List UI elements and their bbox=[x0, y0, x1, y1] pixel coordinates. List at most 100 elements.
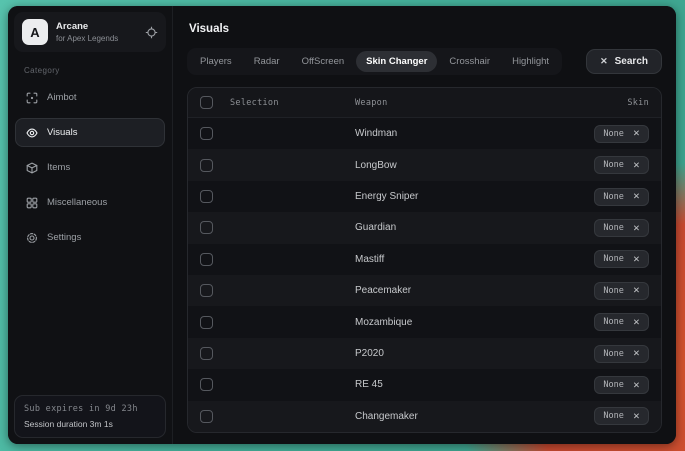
weapon-name: Mastiff bbox=[355, 254, 553, 265]
clear-skin-icon[interactable]: ✕ bbox=[633, 192, 640, 201]
skin-pill[interactable]: None ✕ bbox=[594, 250, 649, 268]
skin-pill[interactable]: None ✕ bbox=[594, 407, 649, 425]
row-checkbox[interactable] bbox=[200, 410, 213, 423]
desktop-background: A Arcane for Apex Legends Category Aimbo… bbox=[0, 0, 685, 451]
skin-value: None bbox=[603, 380, 623, 390]
weapon-name: Energy Sniper bbox=[355, 191, 553, 202]
app-name: Arcane bbox=[56, 21, 118, 32]
weapon-name: Windman bbox=[355, 128, 553, 139]
weapon-name: P2020 bbox=[355, 348, 553, 359]
row-checkbox[interactable] bbox=[200, 316, 213, 329]
skin-value: None bbox=[603, 160, 623, 170]
sidebar-item-visuals[interactable]: Visuals bbox=[15, 118, 165, 147]
misc-grid-icon bbox=[26, 197, 38, 209]
skin-pill[interactable]: None ✕ bbox=[594, 282, 649, 300]
column-header-skin: Skin bbox=[553, 98, 649, 108]
clear-skin-icon[interactable]: ✕ bbox=[633, 224, 640, 233]
skin-pill[interactable]: None ✕ bbox=[594, 345, 649, 363]
sidebar-item-label: Settings bbox=[47, 232, 81, 243]
category-label: Category bbox=[24, 66, 166, 75]
clear-skin-icon[interactable]: ✕ bbox=[633, 318, 640, 327]
skin-value: None bbox=[603, 411, 623, 421]
row-checkbox[interactable] bbox=[200, 253, 213, 266]
weapon-name: RE 45 bbox=[355, 379, 553, 390]
row-checkbox[interactable] bbox=[200, 159, 213, 172]
weapon-name: Guardian bbox=[355, 222, 553, 233]
app-window: A Arcane for Apex Legends Category Aimbo… bbox=[8, 6, 676, 444]
select-all-checkbox[interactable] bbox=[200, 96, 213, 109]
page-title: Visuals bbox=[189, 23, 229, 35]
skin-cell: None✕ bbox=[553, 125, 649, 143]
table-row: RE 45 None ✕ bbox=[188, 369, 661, 400]
main-header: Visuals bbox=[173, 6, 676, 48]
clear-skin-icon[interactable]: ✕ bbox=[633, 412, 640, 421]
row-checkbox[interactable] bbox=[200, 284, 213, 297]
clear-skin-icon[interactable]: ✕ bbox=[633, 286, 640, 295]
tab-crosshair[interactable]: Crosshair bbox=[439, 51, 500, 72]
sidebar-item-items[interactable]: Items bbox=[15, 153, 165, 182]
skin-changer-table: Selection Weapon Skin WindmanNone✕LongBo… bbox=[187, 87, 662, 433]
skin-value: None bbox=[603, 317, 623, 327]
skin-value: None bbox=[603, 286, 623, 296]
sidebar: A Arcane for Apex Legends Category Aimbo… bbox=[8, 6, 173, 444]
skin-pill[interactable]: None ✕ bbox=[594, 156, 649, 174]
row-checkbox[interactable] bbox=[200, 347, 213, 360]
weapon-name: Peacemaker bbox=[355, 285, 553, 296]
column-header-weapon: Weapon bbox=[355, 98, 553, 108]
table-row: Mastiff None ✕ bbox=[188, 244, 661, 275]
app-titles: Arcane for Apex Legends bbox=[56, 21, 118, 43]
search-icon: ✕ bbox=[600, 57, 608, 66]
sidebar-item-label: Aimbot bbox=[47, 92, 77, 103]
sub-expiry-text: Sub expires in 9d 23h bbox=[24, 404, 156, 414]
tab-radar[interactable]: Radar bbox=[244, 51, 290, 72]
table-row: LongBowNone✕ bbox=[188, 149, 661, 180]
table-body: WindmanNone✕LongBowNone✕Energy SniperNon… bbox=[188, 118, 661, 432]
tab-offscreen[interactable]: OffScreen bbox=[292, 51, 355, 72]
clear-skin-icon[interactable]: ✕ bbox=[633, 381, 640, 390]
skin-pill[interactable]: None ✕ bbox=[594, 188, 649, 206]
skin-pill[interactable]: None✕ bbox=[594, 125, 649, 143]
table-row: MozambiqueNone✕ bbox=[188, 306, 661, 337]
skin-cell: None ✕ bbox=[553, 313, 649, 331]
sidebar-item-miscellaneous[interactable]: Miscellaneous bbox=[15, 188, 165, 217]
target-icon[interactable] bbox=[145, 26, 158, 39]
sidebar-item-settings[interactable]: Settings bbox=[15, 223, 165, 252]
settings-gear-icon bbox=[26, 232, 38, 244]
items-box-icon bbox=[26, 162, 38, 174]
tab-skin-changer[interactable]: Skin Changer bbox=[356, 51, 437, 72]
table-row: Guardian None✕ bbox=[188, 212, 661, 243]
table-row: Peacemaker None ✕ bbox=[188, 275, 661, 306]
skin-pill[interactable]: None✕ bbox=[594, 219, 649, 237]
sidebar-nav: Aimbot Visuals Items Miscellaneous Settings bbox=[14, 83, 166, 258]
tab-players[interactable]: Players bbox=[190, 51, 242, 72]
app-logo: A bbox=[22, 19, 48, 45]
skin-value: None bbox=[603, 192, 623, 202]
sidebar-item-aimbot[interactable]: Aimbot bbox=[15, 83, 165, 112]
tab-bar: PlayersRadarOffScreenSkin ChangerCrossha… bbox=[187, 48, 562, 75]
search-button-label: Search bbox=[615, 56, 648, 67]
toolbar: PlayersRadarOffScreenSkin ChangerCrossha… bbox=[173, 48, 676, 75]
subscription-card: Sub expires in 9d 23h Session duration 3… bbox=[14, 395, 166, 438]
session-duration-text: Session duration 3m 1s bbox=[24, 419, 156, 429]
skin-cell: None ✕ bbox=[553, 345, 649, 363]
row-checkbox[interactable] bbox=[200, 127, 213, 140]
search-button[interactable]: ✕ Search bbox=[586, 49, 662, 74]
aimbot-crosshair-icon bbox=[26, 92, 38, 104]
table-row: Windman None✕ bbox=[188, 118, 661, 149]
row-checkbox[interactable] bbox=[200, 190, 213, 203]
skin-pill[interactable]: None ✕ bbox=[594, 376, 649, 394]
skin-value: None bbox=[603, 254, 623, 264]
skin-value: None bbox=[603, 349, 623, 359]
clear-skin-icon[interactable]: ✕ bbox=[633, 349, 640, 358]
skin-cell: None ✕ bbox=[553, 250, 649, 268]
clear-skin-icon[interactable]: ✕ bbox=[633, 161, 640, 170]
weapon-name: Changemaker bbox=[355, 411, 553, 422]
tab-highlight[interactable]: Highlight bbox=[502, 51, 559, 72]
row-checkbox[interactable] bbox=[200, 378, 213, 391]
column-header-selection: Selection bbox=[230, 98, 355, 108]
skin-pill[interactable]: None ✕ bbox=[594, 313, 649, 331]
skin-cell: None ✕ bbox=[553, 376, 649, 394]
clear-skin-icon[interactable]: ✕ bbox=[633, 255, 640, 264]
row-checkbox[interactable] bbox=[200, 221, 213, 234]
clear-skin-icon[interactable]: ✕ bbox=[633, 129, 640, 138]
